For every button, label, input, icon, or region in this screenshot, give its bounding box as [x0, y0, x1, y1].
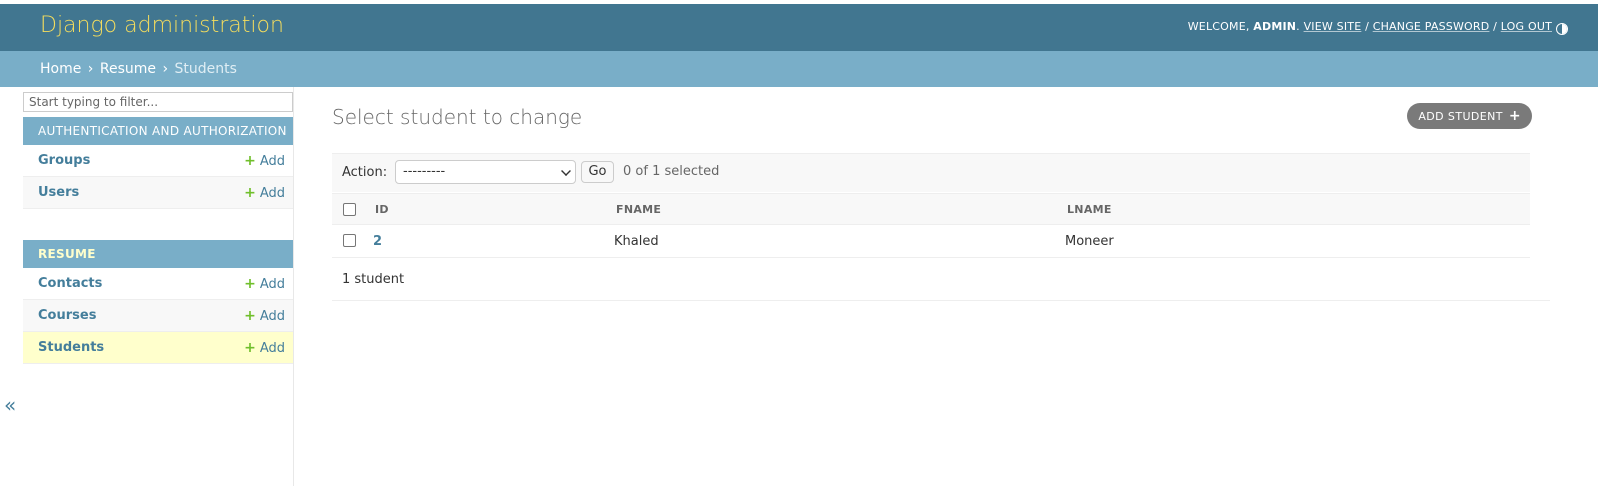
selected-count: 0 of 1 selected	[623, 164, 720, 179]
sidebar-item-label[interactable]: Students	[38, 332, 104, 364]
collapse-sidebar-icon[interactable]: «	[4, 393, 16, 417]
column-header-lname[interactable]: LNAME	[1067, 203, 1112, 216]
add-student-button[interactable]: ADD STUDENT +	[1407, 103, 1532, 129]
sidebar-item-contacts: Contacts + Add	[23, 268, 293, 300]
add-student-label: ADD STUDENT	[1418, 110, 1503, 123]
plus-icon: +	[244, 276, 256, 292]
add-students-link[interactable]: + Add	[244, 332, 285, 365]
add-label: Add	[259, 186, 285, 201]
sidebar-item-courses: Courses + Add	[23, 300, 293, 332]
row-fname: Khaled	[614, 234, 659, 249]
username: ADMIN	[1253, 20, 1297, 33]
table-header: ID FNAME LNAME	[332, 193, 1530, 225]
change-password-link[interactable]: CHANGE PASSWORD	[1373, 20, 1490, 33]
sidebar-item-label[interactable]: Courses	[38, 300, 96, 332]
action-label: Action:	[342, 165, 388, 180]
site-branding[interactable]: Django administration	[40, 13, 284, 38]
select-all-checkbox[interactable]	[343, 203, 356, 216]
sidebar-item-label[interactable]: Contacts	[38, 268, 102, 300]
sidebar-item-groups: Groups + Add	[23, 145, 293, 177]
action-select[interactable]: ---------	[395, 160, 576, 184]
log-out-link[interactable]: LOG OUT	[1501, 20, 1552, 33]
paginator: 1 student	[332, 258, 1550, 301]
plus-icon: +	[244, 340, 256, 356]
add-label: Add	[259, 309, 285, 324]
main-content: Select student to change ADD STUDENT + Ac…	[332, 87, 1550, 486]
add-users-link[interactable]: + Add	[244, 177, 285, 210]
view-site-link[interactable]: VIEW SITE	[1304, 20, 1362, 33]
add-label: Add	[259, 277, 285, 292]
breadcrumb-separator: ›	[87, 61, 94, 77]
separator: /	[1365, 20, 1369, 33]
row-id-link[interactable]: 2	[373, 234, 382, 249]
theme-toggle-icon[interactable]	[1556, 23, 1568, 35]
column-header-id[interactable]: ID	[375, 203, 389, 216]
chevron-down-icon	[561, 166, 571, 176]
add-contacts-link[interactable]: + Add	[244, 268, 285, 301]
sidebar-filter-input[interactable]: Start typing to filter...	[23, 92, 293, 112]
plus-icon: +	[244, 185, 256, 201]
row-checkbox[interactable]	[343, 234, 356, 247]
breadcrumb-separator: ›	[162, 61, 169, 77]
breadcrumb: Home › Resume › Students	[0, 51, 1598, 87]
sidebar-item-label[interactable]: Users	[38, 177, 79, 209]
column-header-fname[interactable]: FNAME	[616, 203, 661, 216]
header: Django administration WELCOME, ADMIN. VI…	[0, 4, 1598, 51]
table-row: 2 Khaled Moneer	[332, 225, 1530, 258]
separator: /	[1493, 20, 1498, 33]
welcome-text: WELCOME,	[1187, 20, 1250, 33]
nav-sidebar: Start typing to filter... AUTHENTICATION…	[22, 87, 294, 486]
plus-icon: +	[244, 153, 256, 169]
sidebar-item-students: Students + Add	[23, 332, 293, 364]
add-groups-link[interactable]: + Add	[244, 145, 285, 178]
plus-icon: +	[1508, 108, 1521, 124]
add-courses-link[interactable]: + Add	[244, 300, 285, 333]
row-lname: Moneer	[1065, 234, 1114, 249]
actions-bar: Action: --------- Go 0 of 1 selected	[332, 153, 1530, 192]
go-button[interactable]: Go	[581, 161, 614, 183]
action-selected-option: ---------	[403, 164, 446, 179]
breadcrumb-current: Students	[174, 61, 237, 77]
sidebar-item-users: Users + Add	[23, 177, 293, 209]
user-tools: WELCOME, ADMIN. VIEW SITE / CHANGE PASSW…	[1187, 20, 1552, 33]
add-label: Add	[259, 341, 285, 356]
sidebar-item-label[interactable]: Groups	[38, 145, 90, 177]
add-label: Add	[259, 154, 285, 169]
breadcrumb-resume[interactable]: Resume	[100, 61, 156, 77]
module-caption-auth[interactable]: AUTHENTICATION AND AUTHORIZATION	[23, 117, 293, 145]
breadcrumb-home[interactable]: Home	[40, 61, 81, 77]
module-caption-resume[interactable]: RESUME	[23, 240, 293, 268]
page-title: Select student to change	[332, 105, 583, 129]
plus-icon: +	[244, 308, 256, 324]
